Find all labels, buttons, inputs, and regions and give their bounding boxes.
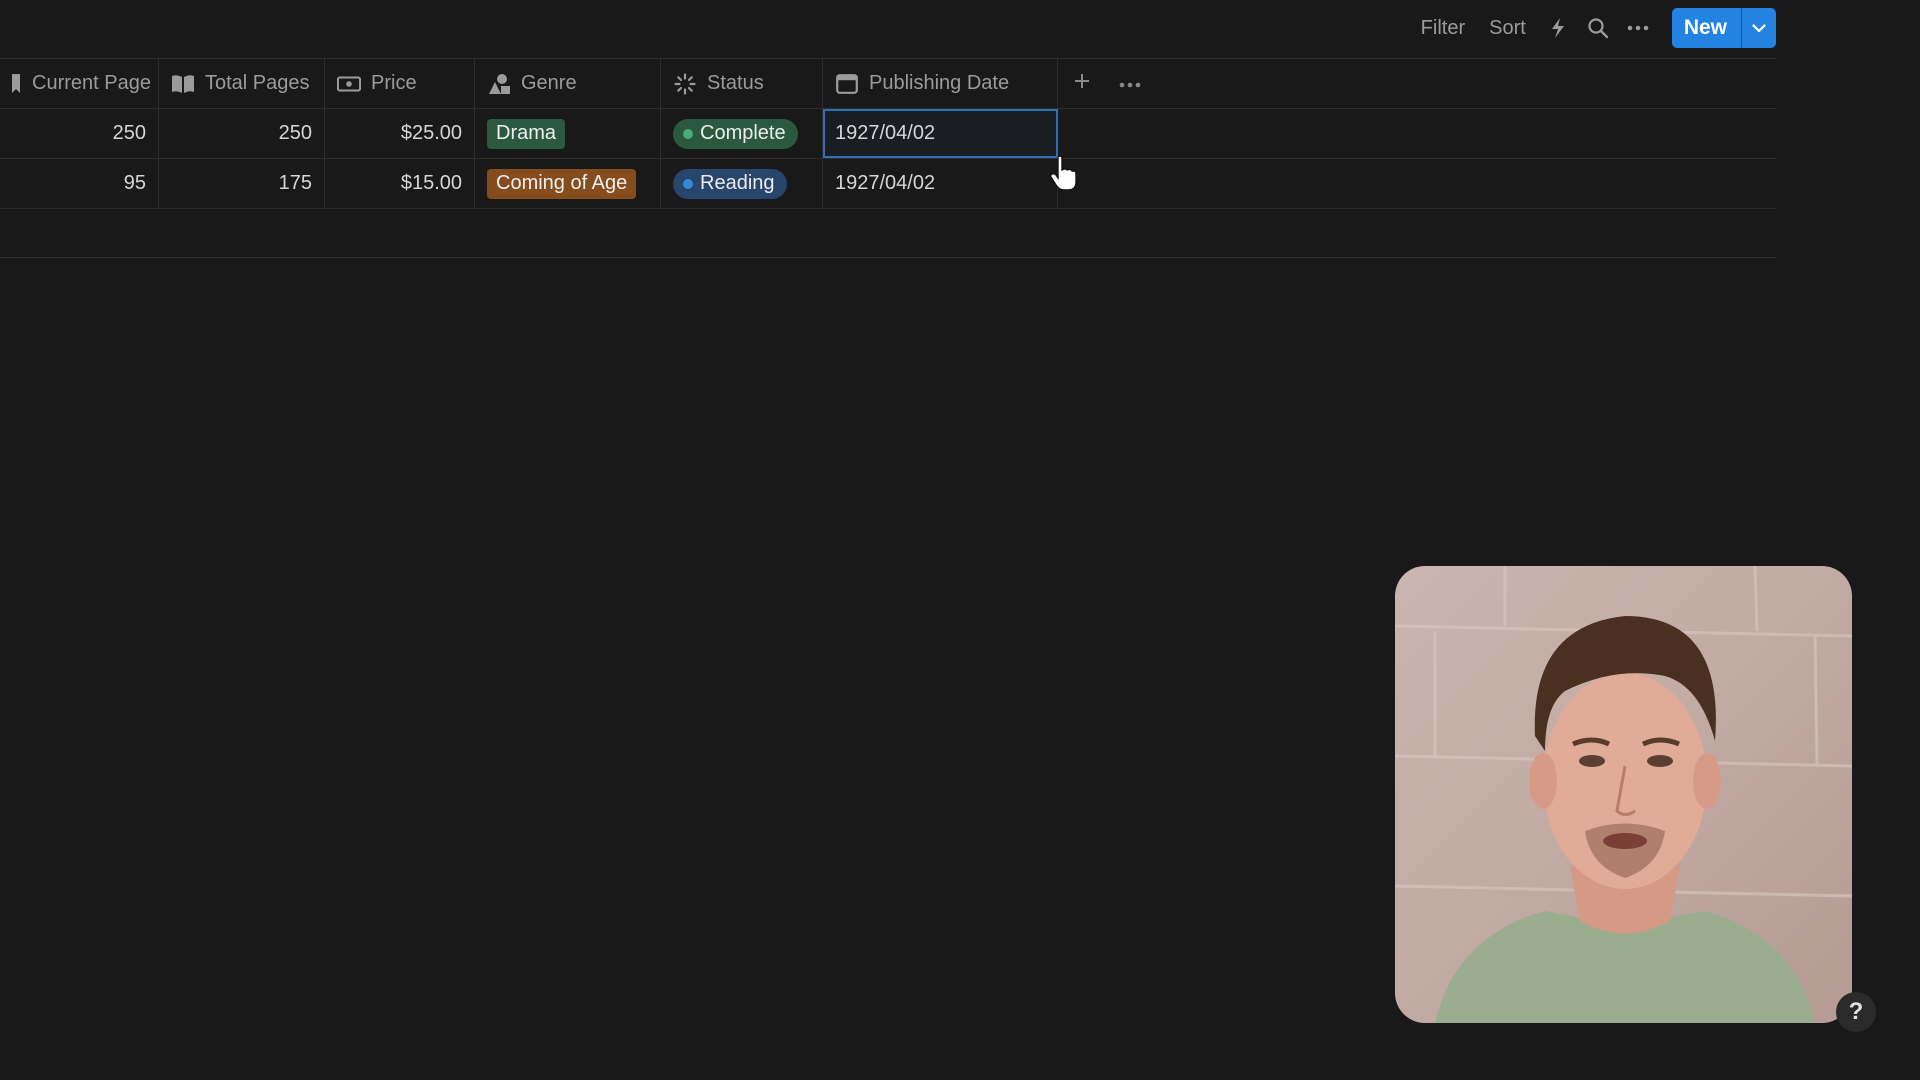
- publishing-date-cell[interactable]: 1927/04/02: [823, 159, 1058, 208]
- column-header-status[interactable]: Status: [661, 59, 823, 108]
- column-label: Status: [707, 72, 764, 94]
- hand-cursor-icon: [1049, 155, 1078, 197]
- column-header-publishing-date[interactable]: Publishing Date: [823, 59, 1058, 108]
- column-label: Publishing Date: [869, 72, 1010, 94]
- search-icon[interactable]: [1580, 10, 1616, 46]
- total-pages-cell[interactable]: 250: [159, 109, 325, 158]
- column-header-price[interactable]: Price: [325, 59, 475, 108]
- lightning-icon[interactable]: [1540, 10, 1576, 46]
- bookmark-icon: [12, 72, 22, 96]
- empty-table-row[interactable]: [0, 209, 1776, 258]
- calendar-icon: [835, 72, 859, 96]
- new-button-group: New: [1671, 8, 1776, 48]
- genre-cell[interactable]: Coming of Age: [475, 159, 661, 208]
- total-pages-cell[interactable]: 175: [159, 159, 325, 208]
- more-horizontal-icon: [1119, 75, 1141, 93]
- status-cell[interactable]: Reading: [661, 159, 823, 208]
- sort-button[interactable]: Sort: [1479, 11, 1536, 46]
- genre-tag: Coming of Age: [487, 168, 637, 199]
- current-page-cell[interactable]: 95: [0, 159, 159, 208]
- new-button[interactable]: New: [1672, 8, 1741, 48]
- column-label: Current Page: [32, 72, 151, 94]
- more-horizontal-icon[interactable]: [1620, 10, 1656, 46]
- status-badge: Complete: [673, 118, 798, 149]
- column-label: Genre: [521, 72, 577, 94]
- price-cell[interactable]: $15.00: [325, 159, 475, 208]
- status-spinner-icon: [673, 72, 697, 96]
- presenter-video-image: [1395, 566, 1852, 1023]
- database-toolbar: Filter Sort New: [1411, 0, 1776, 56]
- status-label: Reading: [700, 172, 775, 194]
- column-header-genre[interactable]: Genre: [475, 59, 661, 108]
- ticket-icon: [337, 72, 361, 96]
- publishing-date-cell[interactable]: 1927/04/02: [823, 109, 1058, 158]
- webcam-video-overlay: [1395, 566, 1852, 1023]
- column-label: Price: [371, 72, 417, 94]
- genre-tag: Drama: [487, 118, 566, 149]
- genre-cell[interactable]: Drama: [475, 109, 661, 158]
- shapes-icon: [487, 72, 511, 96]
- column-header-total-pages[interactable]: Total Pages: [159, 59, 325, 108]
- help-button[interactable]: ?: [1836, 992, 1876, 1032]
- table-row[interactable]: 250 250 $25.00 Drama Complete 1927/04/02: [0, 109, 1776, 159]
- current-page-cell[interactable]: 250: [0, 109, 159, 158]
- plus-icon: [1074, 73, 1090, 94]
- table-more-button[interactable]: [1106, 59, 1154, 108]
- filter-button[interactable]: Filter: [1411, 11, 1475, 46]
- add-property-button[interactable]: [1058, 59, 1106, 108]
- price-cell[interactable]: $25.00: [325, 109, 475, 158]
- column-label: Total Pages: [205, 72, 310, 94]
- table-header-row: Current Page Total Pages Price Genre Sta…: [0, 58, 1776, 109]
- status-dot-icon: [683, 178, 693, 189]
- database-table: Current Page Total Pages Price Genre Sta…: [0, 58, 1776, 258]
- status-label: Complete: [700, 122, 786, 144]
- status-badge: Reading: [673, 168, 787, 199]
- status-dot-icon: [683, 128, 693, 139]
- status-cell[interactable]: Complete: [661, 109, 823, 158]
- book-icon: [171, 72, 195, 96]
- table-row[interactable]: 95 175 $15.00 Coming of Age Reading 1927…: [0, 159, 1776, 209]
- chevron-down-icon[interactable]: [1742, 8, 1776, 48]
- column-header-current-page[interactable]: Current Page: [0, 59, 159, 108]
